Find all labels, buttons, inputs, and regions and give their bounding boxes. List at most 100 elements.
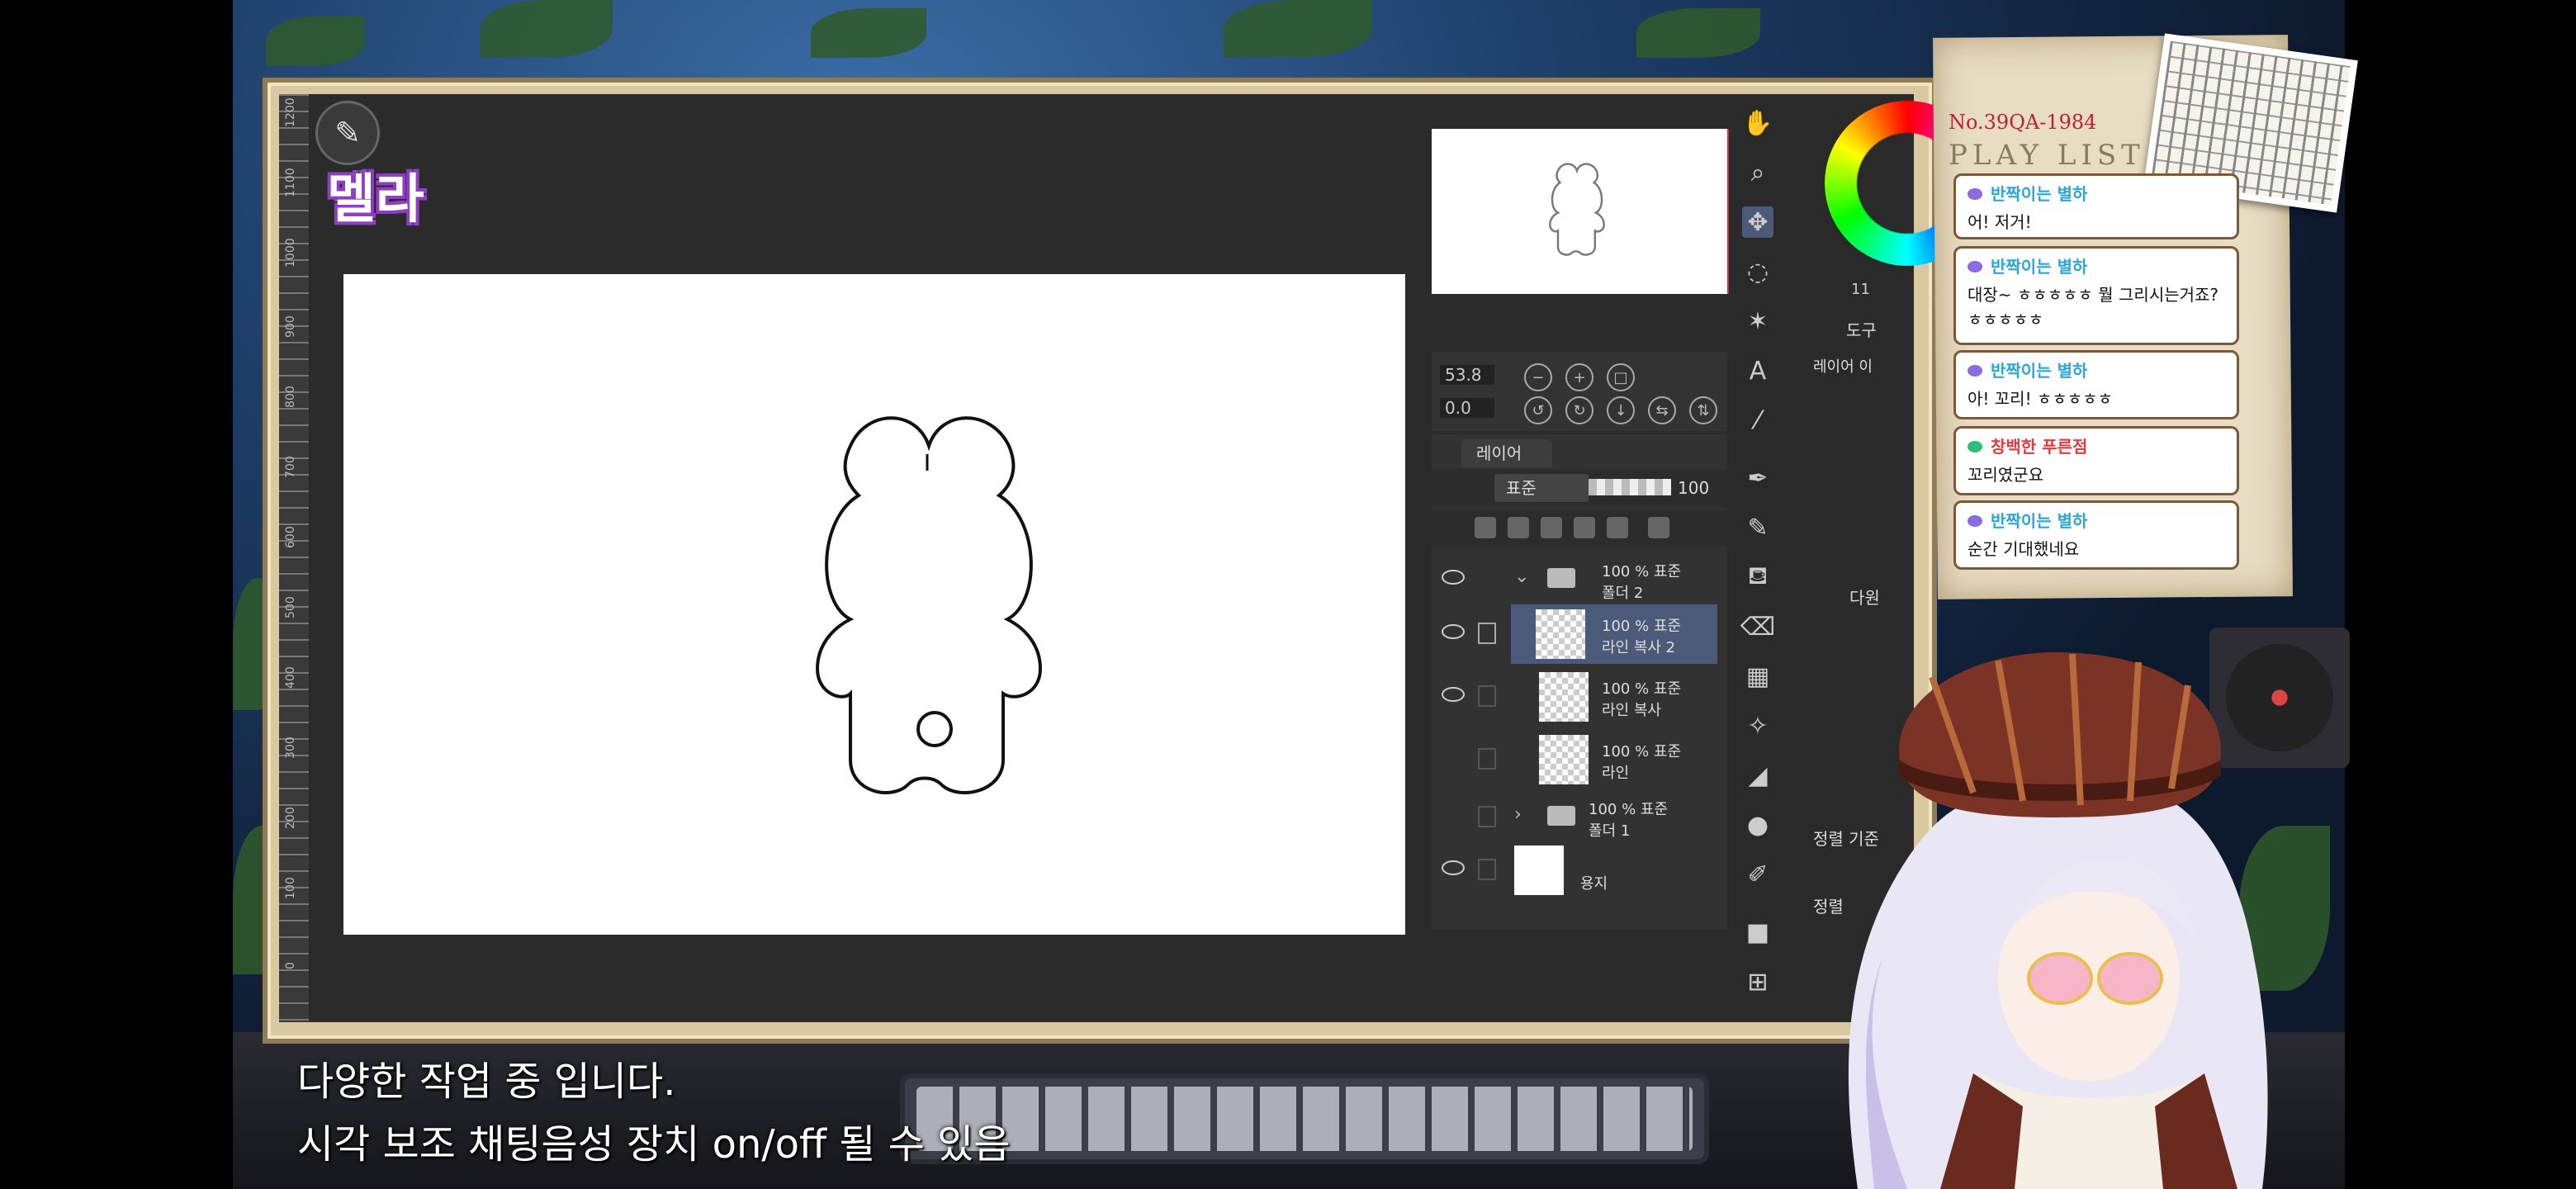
folder-icon: [1547, 806, 1575, 826]
layer-row-line-copy-2[interactable]: 100 % 표준 라인 복사 2: [1511, 604, 1717, 664]
layer-thumbnail: [1536, 609, 1585, 659]
layer-meta: 100 % 표준: [1589, 801, 1669, 818]
ruler-icon[interactable]: [1648, 517, 1669, 538]
text-icon[interactable]: A: [1742, 355, 1773, 386]
ruler-mark: 500: [284, 596, 297, 618]
pen-icon[interactable]: ✒: [1742, 462, 1773, 494]
lasso-icon[interactable]: ◌: [1742, 256, 1773, 287]
bunny-line-drawing: [815, 416, 1043, 794]
layer-row-folder-2[interactable]: ⌄ 100 % 표준 폴더 2: [1432, 550, 1727, 609]
magic-wand-icon[interactable]: ✶: [1742, 306, 1773, 337]
ruler-mark: 1100: [284, 168, 297, 197]
rotate-right-icon[interactable]: ↻: [1565, 396, 1593, 424]
eyedropper-icon[interactable]: ⁄: [1742, 405, 1773, 436]
flip-horizontal-icon[interactable]: ⇆: [1648, 396, 1676, 424]
navigator-thumbnail: [1549, 163, 1605, 256]
blend-mode-select[interactable]: 표준: [1494, 474, 1589, 502]
ruler-mark: 700: [284, 456, 297, 478]
ruler-mark: 900: [284, 315, 297, 338]
chat-badge-icon: [1968, 515, 1982, 527]
streamer-logo: 멜라: [319, 137, 451, 236]
flip-vertical-icon[interactable]: ⇅: [1689, 396, 1717, 424]
clip-icon[interactable]: [1475, 517, 1496, 538]
eraser-icon[interactable]: ⌫: [1740, 611, 1775, 642]
brush-size: 11: [1851, 281, 1870, 298]
layer-toolbar: [1432, 510, 1727, 547]
sparkle-icon[interactable]: ✧: [1742, 710, 1773, 741]
correction-icon[interactable]: ✐: [1742, 859, 1773, 890]
next-button[interactable]: 다원: [1849, 585, 1880, 609]
layer-tab[interactable]: 레이어: [1461, 439, 1552, 467]
tool-strip: ✋ ⌕ ✥ ◌ ✶ A ⁄ ✒ ✎ ⛾ ⌫ ▦ ✧ ◢ ● ✐ ■ ⊞: [1732, 99, 1783, 1016]
angle-value[interactable]: 0.0: [1440, 398, 1494, 418]
layer-thumbnail: [1514, 846, 1564, 895]
move-icon[interactable]: ✥: [1742, 206, 1773, 238]
zoom-out-icon[interactable]: −: [1524, 363, 1552, 391]
reference-icon[interactable]: [1508, 517, 1529, 538]
visibility-eye-icon[interactable]: [1442, 687, 1465, 702]
layer-meta: 100 % 표준: [1602, 563, 1682, 580]
visibility-eye-icon[interactable]: [1442, 860, 1465, 875]
pencil-icon[interactable]: ✎: [1742, 512, 1773, 543]
mask-icon[interactable]: [1607, 517, 1628, 538]
layer-row-paper[interactable]: 용지: [1432, 841, 1727, 900]
ruler-mark: 400: [284, 666, 297, 689]
playlist-title: PLAY LIST: [1949, 139, 2145, 172]
reset-rotation-icon[interactable]: ↓: [1607, 396, 1635, 424]
chat-badge-icon: [1968, 261, 1982, 272]
ruler-mark: 1200: [284, 97, 297, 127]
chat-user: 반짝이는 별하: [1991, 184, 2088, 204]
chat-message: 반짝이는 별하 아! 꼬리! ㅎㅎㅎㅎㅎ: [1953, 350, 2239, 419]
ruler-mark: 600: [284, 526, 297, 548]
chat-message: 창백한 푸른점 꼬리였군요: [1953, 426, 2239, 495]
fill-icon[interactable]: ⛾: [1742, 561, 1773, 593]
layer-thumbnail: [1539, 672, 1589, 722]
lock-checkbox[interactable]: [1478, 685, 1496, 707]
chat-text: 어! 저거!: [1968, 212, 2032, 232]
folder-icon: [1547, 568, 1575, 588]
hand-icon[interactable]: ✋: [1742, 107, 1773, 139]
fit-icon[interactable]: □: [1607, 363, 1635, 391]
layer-row-line[interactable]: 100 % 표준 라인: [1432, 730, 1727, 789]
grid-icon[interactable]: ⊞: [1742, 966, 1773, 997]
chat-user: 반짝이는 별하: [1991, 511, 2088, 531]
pen-icon: [1478, 623, 1496, 644]
chat-user: 창백한 푸른점: [1991, 437, 2088, 457]
blend-icon[interactable]: ●: [1742, 809, 1773, 841]
zoom-icon[interactable]: ⌕: [1742, 157, 1773, 188]
subtool-tab[interactable]: 도구: [1846, 317, 1877, 341]
layer-name: 용지: [1580, 875, 1608, 893]
layer-row-folder-1[interactable]: › 100 % 표준 폴더 1: [1432, 788, 1727, 847]
chevron-down-icon[interactable]: ⌄: [1514, 566, 1529, 587]
layer-meta: 100 % 표준: [1602, 743, 1682, 760]
chat-text: 순간 기대했네요: [1968, 539, 2080, 559]
subtitle-line-2: 시각 보조 채팅음성 장치 on/off 될 수 있음: [297, 1121, 1011, 1168]
lock-icon[interactable]: [1541, 517, 1562, 538]
chat-user: 반짝이는 별하: [1991, 257, 2088, 277]
color-swatch-icon[interactable]: ■: [1742, 917, 1773, 948]
zoom-in-icon[interactable]: +: [1565, 363, 1593, 391]
visibility-eye-icon[interactable]: [1442, 570, 1465, 585]
layer-meta: 100 % 표준: [1602, 618, 1682, 635]
zoom-value[interactable]: 53.8: [1440, 365, 1494, 385]
lock-checkbox[interactable]: [1478, 859, 1496, 880]
chat-text: 아! 꼬리! ㅎㅎㅎㅎㅎ: [1968, 389, 2113, 409]
lock-checkbox[interactable]: [1478, 806, 1496, 827]
figure-icon[interactable]: ◢: [1742, 760, 1773, 791]
opacity-slider[interactable]: [1589, 479, 1671, 495]
visibility-eye-icon[interactable]: [1442, 624, 1465, 639]
navigator-controls: 53.8 0.0 − + □ ↺ ↻ ↓ ⇆ ⇅: [1432, 352, 1727, 431]
lock-checkbox[interactable]: [1478, 748, 1496, 770]
ruler-mark: 100: [284, 877, 297, 899]
layer-row-line-copy[interactable]: 100 % 표준 라인 복사: [1432, 667, 1727, 727]
layer-name: 라인 복사 2: [1602, 639, 1676, 656]
chat-message: 반짝이는 별하 대장~ ㅎㅎㅎㅎㅎ 뭘 그리시는거죠? ㅎㅎㅎㅎㅎ: [1953, 246, 2239, 345]
layer-move-label: 레이어 이: [1813, 358, 1873, 376]
opacity-value[interactable]: 100: [1678, 474, 1709, 502]
lock-transparency-icon[interactable]: [1574, 517, 1595, 538]
chevron-right-icon[interactable]: ›: [1514, 804, 1522, 825]
vtuber-avatar: [1848, 652, 2268, 1189]
gradient-icon[interactable]: ▦: [1742, 661, 1773, 692]
chat-user: 반짝이는 별하: [1991, 361, 2088, 381]
rotate-left-icon[interactable]: ↺: [1524, 396, 1552, 424]
